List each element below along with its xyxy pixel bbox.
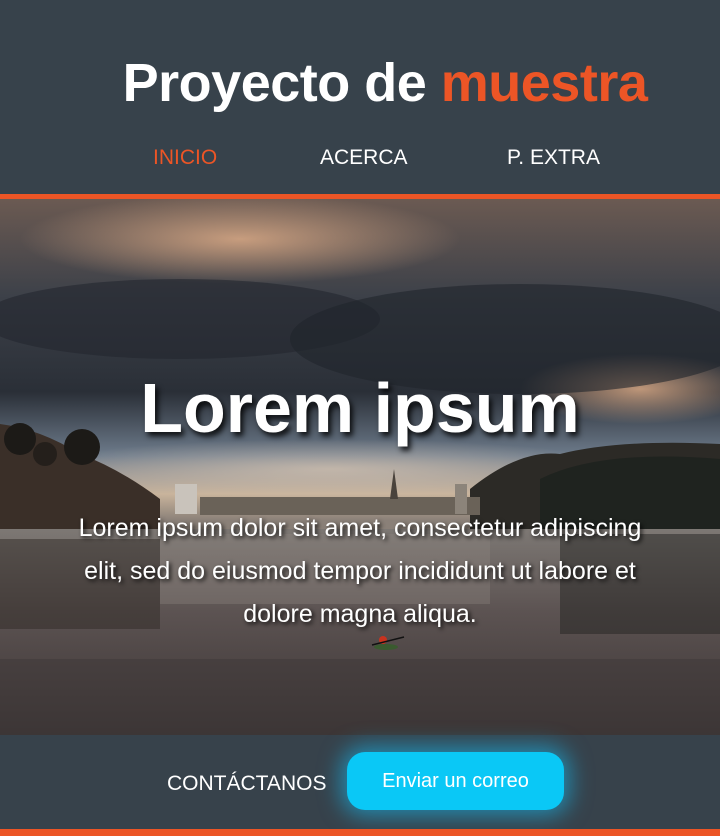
site-header: Proyecto de muestra INICIO ACERCA P. EXT… — [0, 0, 720, 194]
site-title-accent: muestra — [440, 53, 648, 113]
send-email-button[interactable]: Enviar un correo — [347, 752, 564, 810]
nav-item-extra[interactable]: P. EXTRA — [507, 146, 600, 170]
footer-divider — [0, 829, 720, 836]
nav-item-inicio[interactable]: INICIO — [153, 146, 217, 170]
main-nav: INICIO ACERCA P. EXTRA — [0, 146, 720, 174]
site-title[interactable]: Proyecto de muestra — [0, 52, 720, 114]
nav-item-acerca[interactable]: ACERCA — [320, 146, 408, 170]
hero-description: Lorem ipsum dolor sit amet, consectetur … — [78, 514, 642, 628]
hero-title: Lorem ipsum — [140, 369, 580, 447]
site-title-prefix: Proyecto de — [122, 53, 427, 113]
contact-label: CONTÁCTANOS — [167, 772, 327, 795]
hero-section: Lorem ipsum Lorem ipsum dolor sit amet, … — [0, 199, 720, 735]
